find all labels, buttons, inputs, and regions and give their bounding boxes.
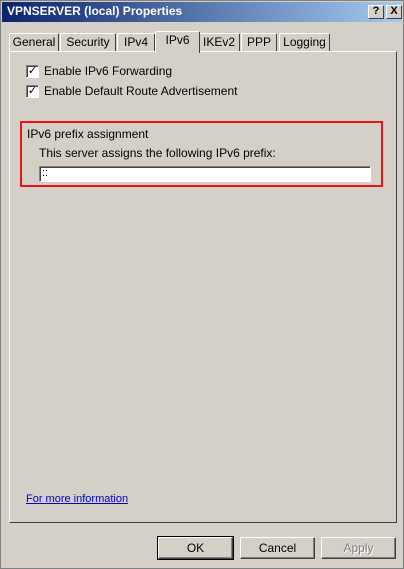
group-title: IPv6 prefix assignment — [27, 127, 149, 141]
default-route-label: Enable Default Route Advertisement — [44, 84, 238, 98]
forwarding-label: Enable IPv6 Forwarding — [44, 64, 173, 78]
help-button[interactable]: ? — [368, 5, 384, 19]
group-description: This server assigns the following IPv6 p… — [39, 146, 276, 160]
more-information-link[interactable]: For more information — [26, 493, 128, 505]
properties-dialog: VPNSERVER (local) Properties ? X General… — [0, 0, 404, 569]
tab-ipv6[interactable]: IPv6 — [155, 31, 200, 53]
forwarding-checkbox[interactable]: ✓ — [26, 65, 39, 78]
tab-ikev2[interactable]: IKEv2 — [198, 33, 240, 51]
apply-button[interactable]: Apply — [321, 537, 396, 559]
tab-logging[interactable]: Logging — [279, 33, 330, 51]
ipv6-prefix-input[interactable]: :: — [39, 166, 371, 182]
tab-security[interactable]: Security — [60, 33, 116, 51]
tab-strip: General Security IPv4 IPv6 IKEv2 PPP Log… — [9, 31, 397, 53]
close-button[interactable]: X — [386, 5, 402, 19]
ipv6-prefix-group: IPv6 prefix assignment This server assig… — [20, 121, 383, 187]
window-title: VPNSERVER (local) Properties — [7, 4, 183, 18]
title-bar[interactable]: VPNSERVER (local) Properties ? X — [2, 2, 402, 22]
tab-general[interactable]: General — [9, 33, 59, 51]
default-route-checkbox[interactable]: ✓ — [26, 85, 39, 98]
ok-button[interactable]: OK — [157, 536, 234, 560]
ipv6-tab-page: ✓ Enable IPv6 Forwarding ✓ Enable Defaul… — [9, 51, 397, 523]
cancel-button[interactable]: Cancel — [240, 537, 315, 559]
tab-ipv4[interactable]: IPv4 — [117, 33, 155, 51]
tab-ppp[interactable]: PPP — [241, 33, 277, 51]
